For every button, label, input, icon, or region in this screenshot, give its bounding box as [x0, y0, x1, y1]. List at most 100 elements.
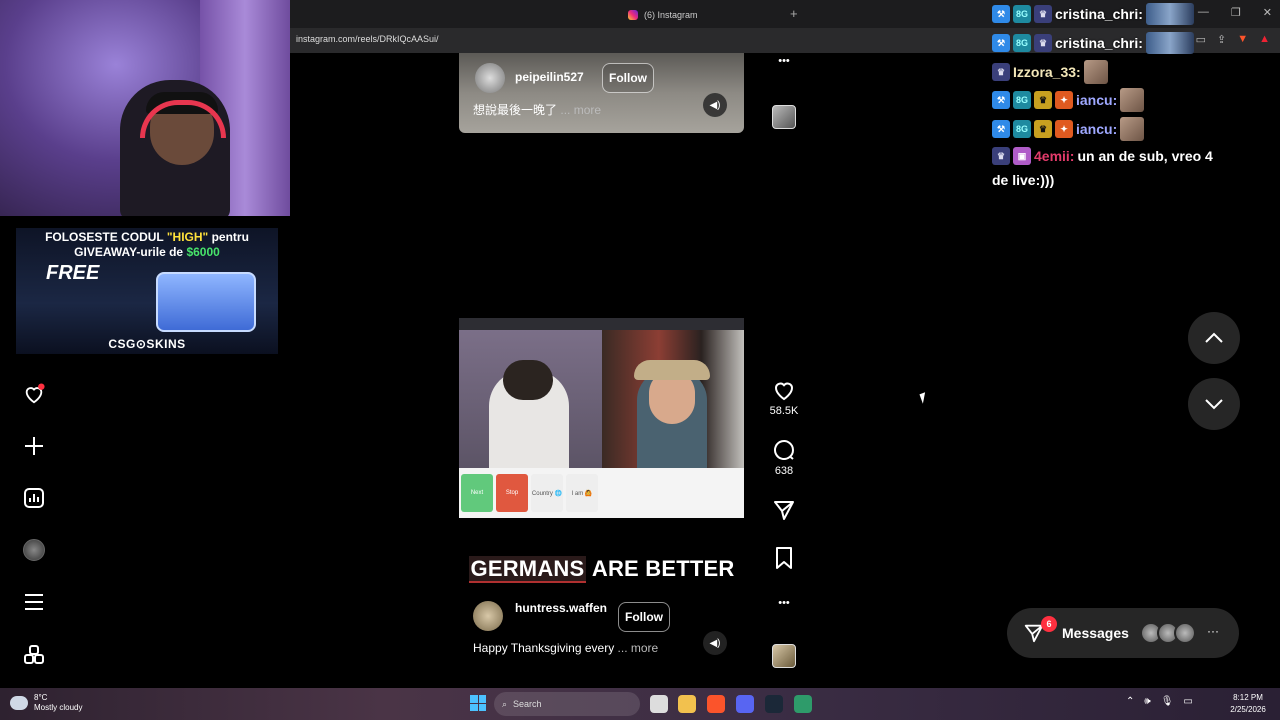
dashboard-stats-icon[interactable]	[22, 486, 46, 510]
minimize-icon[interactable]: —	[1198, 6, 1209, 19]
messages-button[interactable]: 6 Messages ···	[1007, 608, 1239, 658]
sub-badge-icon: 8G	[1013, 91, 1031, 109]
rewards-icon[interactable]: ▲	[1259, 33, 1270, 46]
ad-line-2: GIVEAWAY-urile de $6000	[74, 245, 220, 259]
avatar	[23, 539, 45, 561]
next-reel-button[interactable]	[1188, 378, 1240, 430]
ad-brand: CSG⊙SKINS	[108, 337, 186, 351]
comment-button[interactable]: 638	[768, 438, 800, 477]
speaker-icon[interactable]: 🕪	[1144, 696, 1150, 707]
chevron-up-icon[interactable]: ⌃	[1126, 696, 1134, 707]
apps-grid-icon[interactable]	[22, 643, 46, 667]
previous-reel-button[interactable]	[1188, 312, 1240, 364]
reel-previous[interactable]: peipeilin527 Follow 想說最後一晚了 ... more ◀)	[459, 53, 744, 133]
bookmark-icon	[776, 547, 792, 569]
reel-video[interactable]: Next Stop Country 🌐 I am 🙆	[459, 318, 744, 518]
case-box-image	[156, 272, 256, 332]
taskbar-search[interactable]: ⌕ Search	[494, 692, 640, 716]
url-field[interactable]: instagram.com/reels/DRkIQcAASui/	[296, 34, 439, 44]
emote-image	[1083, 60, 1108, 84]
file-explorer-icon[interactable]	[678, 695, 696, 713]
windows-start-icon[interactable]	[470, 695, 486, 711]
steam-icon[interactable]	[765, 695, 783, 713]
follow-button[interactable]: Follow	[618, 602, 670, 632]
reel-caption[interactable]: 想說最後一晚了 ... more	[473, 101, 601, 118]
chat-message: ⚒ 8G ♛ cristina_chri:	[992, 3, 1194, 25]
windows-taskbar: 8°C Mostly cloudy ⌕ Search ⌃ 🕪 🎙 ▭ 8:12 PM…	[0, 688, 1280, 720]
notifications-heart-icon[interactable]	[22, 382, 46, 406]
display-icon[interactable]: ▭	[1183, 696, 1192, 707]
emote-image	[1145, 32, 1194, 54]
sub-badge-icon: 8G	[1013, 34, 1031, 52]
audio-mute-icon[interactable]: ◀)	[703, 93, 727, 117]
audio-mute-icon[interactable]: ◀)	[703, 631, 727, 655]
cast-icon[interactable]: ▭	[1196, 33, 1206, 46]
hammer-badge-icon: ⚒	[992, 5, 1010, 23]
ad-free-label: FREE	[46, 262, 100, 284]
send-icon	[774, 501, 794, 520]
gift-badge-icon: ✦	[1055, 91, 1073, 109]
tab-title: (6) Instagram	[644, 10, 698, 20]
reel-author-username[interactable]: peipeilin527	[515, 70, 584, 84]
like-button[interactable]: 58.5K	[768, 378, 800, 417]
hammer-badge-icon: ⚒	[992, 34, 1010, 52]
comment-count: 638	[774, 465, 794, 477]
video-chip-iam: I am 🙆	[566, 474, 598, 512]
ad-line-1: FOLOSESTE CODUL "HIGH" pentru	[45, 230, 249, 244]
reel-author-avatar[interactable]	[475, 63, 505, 93]
discord-icon[interactable]	[736, 695, 754, 713]
brave-shield-icon[interactable]: ▼	[1237, 33, 1248, 46]
comment-icon	[774, 440, 795, 461]
messages-more-icon[interactable]: ···	[1207, 624, 1219, 638]
reel-current[interactable]: Next Stop Country 🌐 I am 🙆 GERMANS ARE B…	[459, 163, 744, 671]
close-icon[interactable]: ✕	[1263, 6, 1272, 19]
microphone-icon[interactable]: 🎙	[1161, 696, 1174, 707]
brave-browser-icon[interactable]	[707, 695, 725, 713]
new-tab-button[interactable]: +	[790, 6, 798, 21]
follow-button[interactable]: Follow	[602, 63, 654, 93]
reel-caption[interactable]: Happy Thanksgiving every ... more	[473, 641, 658, 655]
reel-author-avatar[interactable]	[473, 601, 503, 631]
share-icon[interactable]: ⇪	[1217, 33, 1226, 46]
reel-previous-more-icon[interactable]: •••	[768, 55, 800, 67]
reel-author-username[interactable]: huntress.waffen	[515, 600, 610, 616]
weather-widget[interactable]: 8°C Mostly cloudy	[10, 693, 82, 713]
system-tray: ⌃ 🕪 🎙 ▭	[1126, 696, 1193, 707]
create-plus-icon[interactable]	[22, 434, 46, 458]
audio-thumbnail[interactable]	[772, 105, 796, 129]
crown-badge-icon: ♛	[992, 147, 1010, 165]
chat-message: ⚒ 8G ♛ ✦ iancu:	[992, 117, 1145, 141]
video-left-person	[459, 330, 602, 470]
mouse-cursor-icon	[919, 392, 929, 404]
chat-message: ⚒ 8G ♛ cristina_chri:	[992, 32, 1194, 54]
profile-avatar[interactable]	[22, 538, 46, 562]
save-button[interactable]	[768, 546, 800, 570]
sub-badge-icon: 8G	[1013, 5, 1031, 23]
message-avatars	[1140, 622, 1196, 644]
screen: (6) Instagram + — ❐ ✕ instagram.com/reel…	[0, 0, 1280, 720]
gift-badge-icon: ▣	[1013, 147, 1031, 165]
restore-icon[interactable]: ❐	[1231, 6, 1241, 19]
audio-thumbnail[interactable]	[772, 644, 796, 668]
app-icon[interactable]	[794, 695, 812, 713]
video-right-person	[602, 330, 744, 470]
hammer-badge-icon: ⚒	[992, 91, 1010, 109]
sponsor-banner: FOLOSESTE CODUL "HIGH" pentru GIVEAWAY-u…	[16, 228, 278, 354]
more-icon: •••	[778, 597, 790, 609]
cloud-icon	[10, 696, 28, 710]
search-icon: ⌕	[502, 698, 508, 709]
video-chip-stop: Stop	[496, 474, 528, 512]
window-controls: — ❐ ✕	[1198, 6, 1272, 19]
chat-message: ♛ Izzora_33:	[992, 60, 1108, 84]
emote-image	[1120, 117, 1145, 141]
crown-badge-icon: ♛	[1034, 5, 1052, 23]
emote-image	[1145, 3, 1194, 25]
hammer-badge-icon: ⚒	[992, 120, 1010, 138]
share-button[interactable]	[768, 498, 800, 522]
task-view-icon[interactable]	[650, 695, 668, 713]
browser-tab[interactable]: (6) Instagram	[620, 4, 800, 26]
more-options-button[interactable]: •••	[768, 597, 800, 609]
menu-hamburger-icon[interactable]	[22, 590, 46, 614]
chevron-down-icon	[1205, 399, 1223, 410]
taskbar-clock[interactable]: 8:12 PM 2/25/2026	[1226, 692, 1270, 716]
